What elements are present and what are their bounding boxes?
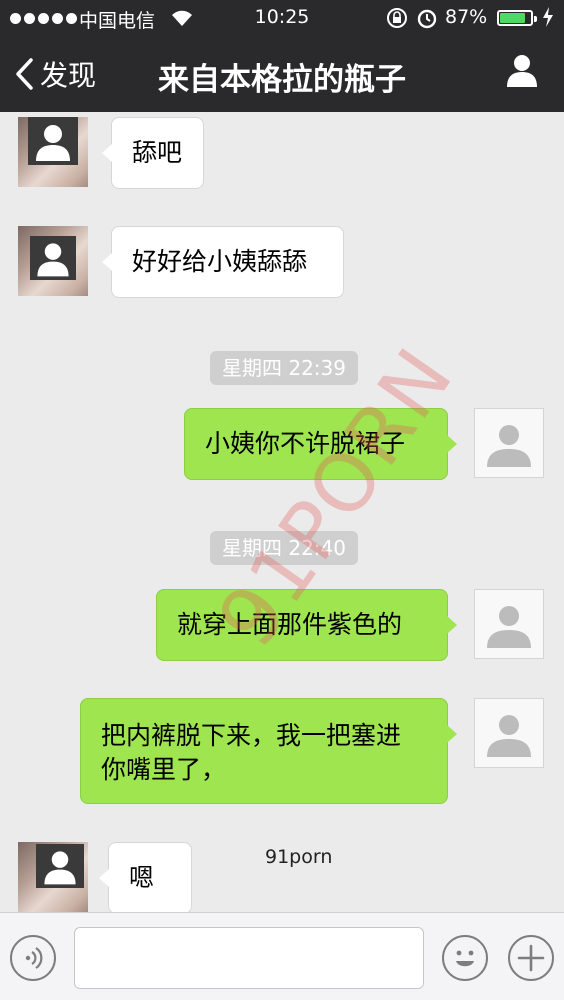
chat-title: 来自本格拉的瓶子 — [158, 62, 406, 98]
top-bar: 中国电信 10:25 87% 发现 来自本格拉的瓶子 — [0, 0, 564, 112]
battery-icon — [497, 10, 537, 26]
message-text: 把内裤脱下来，我一把塞进你嘴里了， — [101, 721, 402, 784]
person-icon — [487, 606, 531, 648]
contact-avatar[interactable] — [18, 842, 88, 912]
message-text: 舔吧 — [132, 138, 183, 167]
message-bubble-incoming[interactable]: 好好给小姨舔舔 — [102, 226, 344, 298]
message-text: 好好给小姨舔舔 — [132, 247, 308, 276]
message-bubble-incoming[interactable]: 嗯 — [99, 842, 192, 912]
input-bar — [0, 912, 564, 1000]
watermark-small: 91porn — [265, 846, 333, 868]
profile-icon[interactable] — [504, 52, 540, 88]
status-bar: 中国电信 10:25 87% — [0, 0, 564, 38]
more-button[interactable] — [508, 935, 554, 981]
message-bubble-outgoing[interactable]: 把内裤脱下来，我一把塞进你嘴里了， — [80, 698, 457, 804]
person-icon — [44, 851, 76, 885]
person-icon — [36, 125, 70, 161]
plus-icon — [517, 944, 545, 972]
alarm-icon — [417, 9, 437, 29]
person-icon — [37, 243, 69, 277]
my-avatar[interactable] — [474, 589, 544, 659]
my-avatar[interactable] — [474, 698, 544, 768]
voice-icon — [25, 947, 43, 969]
message-input[interactable] — [74, 927, 424, 989]
person-icon — [487, 425, 531, 467]
message-bubble-incoming[interactable]: 舔吧 — [102, 117, 204, 189]
message-text: 嗯 — [129, 863, 155, 892]
emoji-button[interactable] — [442, 935, 488, 981]
contact-avatar[interactable] — [18, 117, 88, 187]
contact-avatar[interactable] — [18, 226, 88, 296]
navigation-bar: 发现 来自本格拉的瓶子 — [0, 38, 564, 112]
person-icon — [487, 715, 531, 757]
my-avatar[interactable] — [474, 408, 544, 478]
voice-button[interactable] — [10, 935, 56, 981]
smiley-icon — [456, 950, 474, 967]
battery-percentage: 87% — [445, 6, 488, 28]
timestamp-divider: 星期四 22:39 — [210, 351, 358, 385]
charging-bolt-icon — [543, 7, 553, 27]
rotation-lock-icon — [387, 8, 407, 28]
